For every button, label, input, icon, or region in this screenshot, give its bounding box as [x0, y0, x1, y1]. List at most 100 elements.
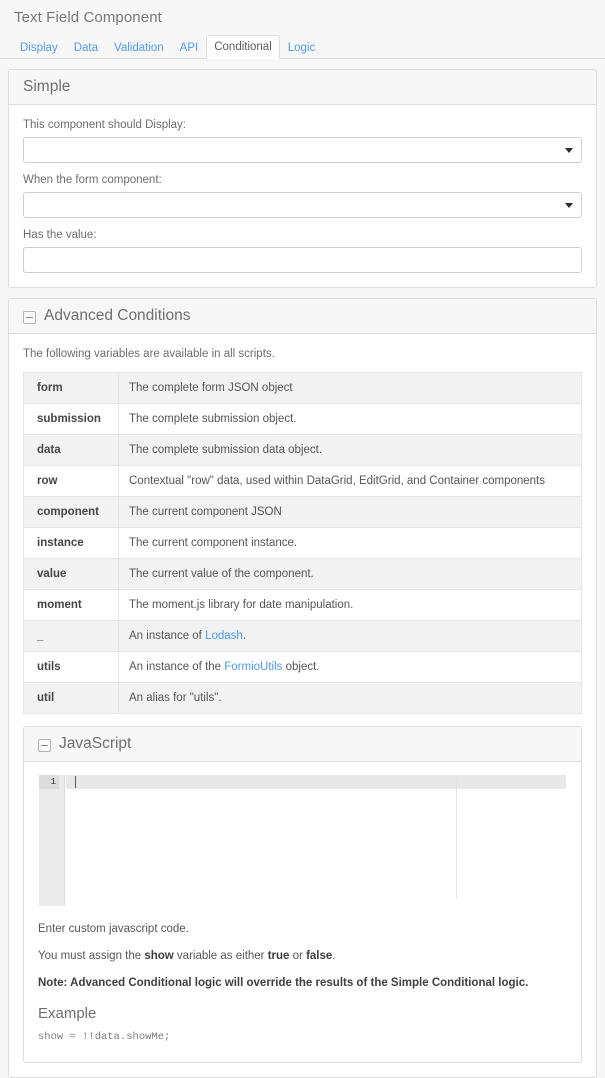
javascript-panel: JavaScript 1 Enter custom javascript cod… [23, 726, 582, 1063]
javascript-panel-body: 1 Enter custom javascript code. You must… [24, 762, 581, 1062]
desc-text: Contextual "row" data, used within DataG… [129, 475, 545, 487]
should-display-select-wrap[interactable] [23, 137, 582, 163]
tab-display[interactable]: Display [12, 36, 66, 59]
should-display-select[interactable] [23, 137, 582, 163]
javascript-code-editor[interactable]: 1 [38, 774, 567, 907]
desc-text: An instance of [129, 630, 205, 642]
simple-panel-body: This component should Display: When the … [9, 105, 596, 287]
available-variables-tbody: form The complete form JSON object submi… [24, 373, 582, 714]
minus-square-icon[interactable] [38, 739, 51, 752]
variable-name: value [24, 559, 119, 590]
javascript-help-note: Note: Advanced Conditional logic will ov… [38, 976, 567, 990]
variable-name: form [24, 373, 119, 404]
variable-name: _ [24, 621, 119, 652]
variable-description: An instance of the FormioUtils object. [119, 652, 582, 683]
variable-name: utils [24, 652, 119, 683]
variable-name: instance [24, 528, 119, 559]
desc-text: The moment.js library for date manipulat… [129, 599, 353, 611]
desc-text: The complete submission object. [129, 413, 296, 425]
variable-description: An instance of Lodash. [119, 621, 582, 652]
help2-pre: You must assign the [38, 950, 144, 962]
help2-mid: variable as either [174, 950, 268, 962]
help2-end: . [332, 950, 335, 962]
help2-true-keyword: true [268, 950, 290, 962]
variable-description: The current value of the component. [119, 559, 582, 590]
table-row: data The complete submission data object… [24, 435, 582, 466]
variable-name: data [24, 435, 119, 466]
javascript-panel-heading[interactable]: JavaScript [24, 727, 581, 762]
note-label: Note: [38, 977, 67, 989]
help2-false-keyword: false [306, 950, 332, 962]
tab-api[interactable]: API [172, 36, 207, 59]
lodash-link[interactable]: Lodash [205, 630, 243, 642]
available-variables-table: form The complete form JSON object submi… [23, 372, 582, 714]
desc-text-after: . [243, 630, 246, 642]
desc-text: An alias for "utils". [129, 692, 222, 704]
advanced-conditions-body: The following variables are available in… [9, 334, 596, 1077]
simple-panel-title: Simple [23, 78, 70, 96]
note-text: Advanced Conditional logic will override… [67, 977, 528, 989]
tab-conditional[interactable]: Conditional [206, 35, 280, 59]
help2-or: or [289, 950, 306, 962]
table-row: value The current value of the component… [24, 559, 582, 590]
variable-name: component [24, 497, 119, 528]
table-row: row Contextual "row" data, used within D… [24, 466, 582, 497]
variable-description: The current component instance. [119, 528, 582, 559]
advanced-conditions-heading[interactable]: Advanced Conditions [9, 299, 596, 334]
variable-name: util [24, 683, 119, 714]
field-group-should-display: This component should Display: [23, 118, 582, 163]
label-has-the-value: Has the value: [23, 228, 582, 242]
advanced-conditions-panel: Advanced Conditions The following variab… [8, 298, 597, 1078]
javascript-help-line-1: Enter custom javascript code. [38, 922, 567, 936]
table-row: _ An instance of Lodash. [24, 621, 582, 652]
variables-intro-text: The following variables are available in… [23, 347, 582, 361]
variable-name: submission [24, 404, 119, 435]
when-form-component-select[interactable] [23, 192, 582, 218]
editor-text-cursor [75, 776, 76, 788]
editor-gutter: 1 [39, 775, 65, 906]
component-settings-tabs: Display Data Validation API Conditional … [0, 36, 605, 59]
example-heading: Example [38, 1005, 567, 1023]
simple-panel-heading: Simple [9, 70, 596, 105]
javascript-help-line-2: You must assign the show variable as eit… [38, 949, 567, 963]
table-row: moment The moment.js library for date ma… [24, 590, 582, 621]
has-the-value-input[interactable] [23, 247, 582, 273]
desc-text: The current component instance. [129, 537, 297, 549]
editor-line-number: 1 [39, 775, 59, 789]
table-row: utils An instance of the FormioUtils obj… [24, 652, 582, 683]
help2-show-keyword: show [144, 950, 173, 962]
field-group-has-the-value: Has the value: [23, 228, 582, 273]
table-row: form The complete form JSON object [24, 373, 582, 404]
tab-data[interactable]: Data [66, 36, 106, 59]
table-row: submission The complete submission objec… [24, 404, 582, 435]
variable-name: moment [24, 590, 119, 621]
variable-description: An alias for "utils". [119, 683, 582, 714]
tab-logic[interactable]: Logic [280, 36, 324, 59]
desc-text-after: object. [282, 661, 319, 673]
simple-panel: Simple This component should Display: Wh… [8, 69, 597, 288]
label-when-form-component: When the form component: [23, 173, 582, 187]
table-row: instance The current component instance. [24, 528, 582, 559]
advanced-conditions-title: Advanced Conditions [44, 307, 191, 325]
variable-description: The current component JSON [119, 497, 582, 528]
when-form-component-select-wrap[interactable] [23, 192, 582, 218]
example-code-block: show = !!data.showMe; [38, 1030, 567, 1044]
desc-text: An instance of the [129, 661, 224, 673]
javascript-panel-title: JavaScript [59, 735, 131, 753]
variable-description: The complete submission object. [119, 404, 582, 435]
desc-text: The current value of the component. [129, 568, 314, 580]
variable-description: The moment.js library for date manipulat… [119, 590, 582, 621]
tab-validation[interactable]: Validation [106, 36, 172, 59]
variable-description: The complete submission data object. [119, 435, 582, 466]
desc-text: The complete form JSON object [129, 382, 293, 394]
table-row: component The current component JSON [24, 497, 582, 528]
formioutils-link[interactable]: FormioUtils [224, 661, 282, 673]
minus-square-icon[interactable] [23, 311, 36, 324]
table-row: util An alias for "utils". [24, 683, 582, 714]
variable-description: The complete form JSON object [119, 373, 582, 404]
desc-text: The complete submission data object. [129, 444, 322, 456]
editor-print-margin [456, 775, 457, 898]
label-should-display: This component should Display: [23, 118, 582, 132]
variable-description: Contextual "row" data, used within DataG… [119, 466, 582, 497]
page-title: Text Field Component [0, 0, 605, 27]
